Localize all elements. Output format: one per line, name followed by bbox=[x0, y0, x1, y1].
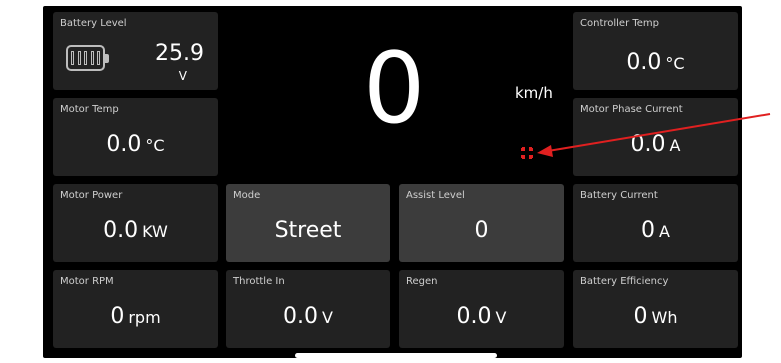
motor-temp-unit: °C bbox=[145, 136, 165, 155]
battery-level-label: Battery Level bbox=[60, 18, 127, 29]
battery-efficiency-card: Battery Efficiency 0 Wh bbox=[573, 270, 738, 348]
mode-button[interactable]: Mode Street bbox=[226, 184, 390, 262]
throttle-in-readout: 0.0 V bbox=[226, 304, 390, 331]
battery-efficiency-label: Battery Efficiency bbox=[580, 276, 669, 287]
controller-temp-unit: °C bbox=[665, 54, 685, 73]
controller-temp-readout: 0.0 °C bbox=[573, 50, 738, 77]
motor-rpm-readout: 0 rpm bbox=[53, 304, 218, 331]
regen-unit: V bbox=[495, 308, 507, 327]
motor-temp-label: Motor Temp bbox=[60, 104, 119, 115]
motor-temp-value: 0.0 bbox=[106, 132, 142, 157]
motor-phase-current-readout: 0.0 A bbox=[573, 132, 738, 159]
motor-phase-current-unit: A bbox=[669, 136, 681, 155]
motor-power-value: 0.0 bbox=[103, 218, 139, 243]
battery-level-card: Battery Level 25.9 V bbox=[53, 12, 218, 90]
controller-temp-value: 0.0 bbox=[626, 50, 662, 75]
mode-value: Street bbox=[274, 218, 342, 243]
controller-temp-label: Controller Temp bbox=[580, 18, 660, 29]
assist-level-label: Assist Level bbox=[406, 190, 465, 201]
throttle-in-label: Throttle In bbox=[233, 276, 285, 287]
motor-power-unit: KW bbox=[142, 222, 168, 241]
battery-current-label: Battery Current bbox=[580, 190, 658, 201]
motor-rpm-value: 0 bbox=[110, 304, 125, 329]
throttle-in-unit: V bbox=[322, 308, 333, 327]
motor-power-readout: 0.0 KW bbox=[53, 218, 218, 245]
regen-value: 0.0 bbox=[456, 304, 492, 329]
battery-current-value: 0 bbox=[641, 218, 656, 243]
motor-phase-current-card: Motor Phase Current 0.0 A bbox=[573, 98, 738, 176]
motor-phase-current-value: 0.0 bbox=[630, 132, 666, 157]
throttle-in-value: 0.0 bbox=[283, 304, 319, 329]
dashboard-screen: Battery Level 25.9 V Motor Temp 0.0 °C 0 … bbox=[43, 6, 742, 358]
home-indicator[interactable] bbox=[295, 353, 497, 358]
crosshair-icon[interactable] bbox=[519, 145, 535, 161]
regen-label: Regen bbox=[406, 276, 438, 287]
throttle-in-card: Throttle In 0.0 V bbox=[226, 270, 390, 348]
speed-value: 0 bbox=[363, 32, 426, 146]
controller-temp-card: Controller Temp 0.0 °C bbox=[573, 12, 738, 90]
speed-unit: km/h bbox=[515, 84, 553, 102]
motor-rpm-unit: rpm bbox=[128, 308, 161, 327]
battery-current-card: Battery Current 0A bbox=[573, 184, 738, 262]
motor-temp-card: Motor Temp 0.0 °C bbox=[53, 98, 218, 176]
regen-readout: 0.0 V bbox=[399, 304, 564, 331]
battery-efficiency-value: 0 bbox=[633, 304, 648, 329]
motor-power-label: Motor Power bbox=[60, 190, 123, 201]
battery-level-value: 25.9 bbox=[155, 41, 204, 66]
mode-label: Mode bbox=[233, 190, 261, 201]
motor-power-card: Motor Power 0.0 KW bbox=[53, 184, 218, 262]
motor-rpm-card: Motor RPM 0 rpm bbox=[53, 270, 218, 348]
motor-temp-readout: 0.0 °C bbox=[53, 132, 218, 159]
assist-level-button[interactable]: Assist Level 0 bbox=[399, 184, 564, 262]
motor-phase-current-label: Motor Phase Current bbox=[580, 104, 683, 115]
regen-card: Regen 0.0 V bbox=[399, 270, 564, 348]
battery-efficiency-unit: Wh bbox=[651, 308, 678, 327]
battery-level-unit: V bbox=[178, 69, 187, 83]
assist-level-value: 0 bbox=[474, 218, 489, 243]
battery-icon bbox=[66, 45, 109, 71]
motor-rpm-label: Motor RPM bbox=[60, 276, 114, 287]
battery-current-readout: 0A bbox=[573, 218, 738, 245]
battery-efficiency-readout: 0 Wh bbox=[573, 304, 738, 331]
battery-current-unit: A bbox=[659, 222, 670, 241]
